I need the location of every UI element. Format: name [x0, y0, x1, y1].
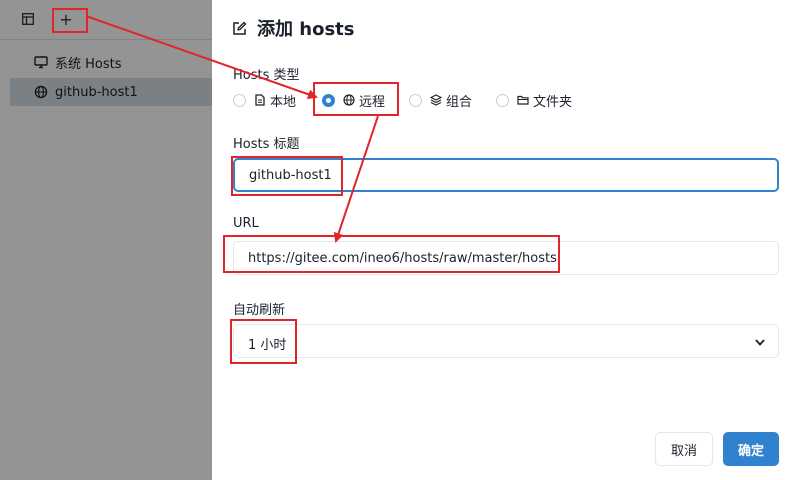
hosts-type-label: Hosts 类型: [233, 68, 300, 83]
auto-refresh-select[interactable]: 1 小时: [233, 324, 779, 358]
radio-label: 组合: [446, 94, 473, 110]
radio-label: 本地: [270, 94, 297, 110]
hosts-title-label: Hosts 标题: [233, 137, 300, 152]
chevron-down-icon: [755, 339, 765, 346]
radio-local[interactable]: 本地: [233, 91, 296, 110]
url-label: URL: [233, 216, 259, 231]
auto-refresh-label: 自动刷新: [233, 303, 286, 318]
annotation-box-refresh: [230, 319, 297, 364]
radio-circle[interactable]: [409, 93, 423, 107]
drawer-title: 添加 hosts: [257, 19, 355, 40]
annotation-box-add: [52, 8, 88, 33]
annotation-box-title: [231, 156, 343, 196]
annotation-box-url: [223, 235, 560, 273]
radio-group[interactable]: 组合: [409, 91, 472, 110]
confirm-button[interactable]: 确定: [723, 432, 779, 466]
radio-circle[interactable]: [496, 93, 510, 107]
file-icon: [255, 94, 265, 106]
folder-icon: [517, 95, 529, 105]
layers-icon: [430, 94, 443, 106]
drawer-header: 添加 hosts: [232, 16, 354, 40]
radio-folder[interactable]: 文件夹: [496, 91, 572, 110]
hosts-type-radio-group: 本地 远程 组合 文件夹: [233, 91, 588, 110]
radio-label: 文件夹: [533, 94, 573, 110]
radio-circle[interactable]: [233, 93, 246, 107]
annotation-box-remote: [313, 82, 399, 116]
edit-icon: [233, 21, 247, 35]
cancel-button[interactable]: 取消: [655, 432, 713, 466]
